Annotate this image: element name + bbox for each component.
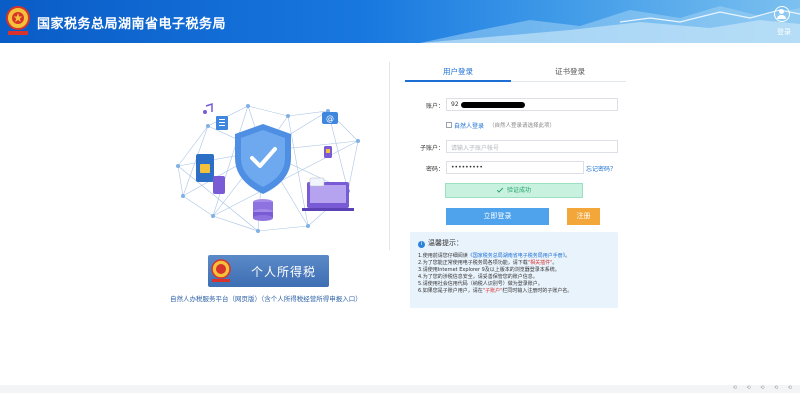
divider — [389, 62, 390, 250]
tab-user-login[interactable]: 用户登录 — [405, 66, 511, 80]
tip-item: 5.请使用社会信用代码（纳税人识别号）做为登录账户。 — [418, 281, 543, 287]
login-button[interactable]: 立即登录 — [446, 208, 549, 225]
user-manual-link[interactable]: 《国家税务总局湖南省电子税务局用户手册》 — [468, 253, 566, 259]
masked-text — [460, 101, 525, 108]
tip-item: 3.请使用Internet Explorer 9及以上版本的浏览器登录本系统。 — [418, 267, 560, 273]
tab-cert-login[interactable]: 证书登录 — [514, 66, 626, 80]
account-value: 92 — [451, 101, 459, 108]
tip-item: 2.为了您能正常使用电子税务局各项功能，请下载"相关插件"。 — [418, 260, 558, 266]
register-button[interactable]: 注册 — [567, 208, 600, 225]
account-label: 账户： — [425, 103, 444, 110]
password-input[interactable]: ••••••••• — [446, 161, 584, 174]
forgot-password-link[interactable]: 忘记密码？ — [586, 164, 616, 173]
password-label: 密码： — [425, 166, 444, 173]
header-bar: 国家税务总局湖南省电子税务局 登录 — [0, 0, 800, 43]
tax-emblem-icon — [6, 6, 30, 35]
tips-heading: i 温馨提示： — [418, 238, 463, 248]
footer-icons: ⟲ ⟲ ⟲ ⟲ ⟲ — [732, 385, 796, 391]
tip-item: 1.使用前请您仔细阅读《国家税务总局湖南省电子税务局用户手册》。 — [418, 253, 571, 259]
footer-bar: ⟲ ⟲ ⟲ ⟲ ⟲ — [0, 385, 800, 393]
verify-status: 验证成功 — [506, 187, 531, 194]
svg-text:@: @ — [326, 114, 334, 123]
page-title: 国家税务总局湖南省电子税务局 — [37, 17, 227, 32]
check-icon — [496, 186, 504, 193]
subaccount-hint: "子账户" — [482, 288, 503, 294]
login-link[interactable]: 登录 — [777, 27, 791, 37]
active-tab-indicator — [405, 80, 511, 82]
tip-item: 6.如果您是子账户用户，请在"子账户"栏同时输入注册时的子账户名。 — [418, 288, 573, 294]
plugin-download-link[interactable]: "相关插件" — [528, 260, 553, 266]
subaccount-input[interactable]: 请输入子账户帐号 — [446, 140, 618, 153]
banner-label: 个人所得税 — [251, 265, 317, 279]
subaccount-label: 子账户： — [419, 145, 444, 152]
natural-person-label[interactable]: 自然人登录 — [454, 121, 484, 130]
natural-person-checkbox[interactable] — [446, 122, 452, 128]
natural-person-note: （自然人登录请选择此项） — [489, 123, 556, 129]
tips-panel: i 温馨提示： 1.使用前请您仔细阅读《国家税务总局湖南省电子税务局用户手册》。 … — [410, 232, 618, 308]
tips-title: 温馨提示： — [428, 239, 463, 247]
tax-emblem-icon — [211, 259, 231, 282]
account-input[interactable]: 92 — [446, 98, 618, 111]
individual-income-tax-banner[interactable]: 个人所得税 — [208, 255, 329, 287]
info-icon: i — [418, 241, 425, 248]
user-icon[interactable] — [774, 6, 790, 22]
slider-verification[interactable]: 验证成功 — [445, 183, 583, 198]
security-network-illustration: @ — [176, 102, 360, 233]
great-wall-background — [420, 6, 800, 43]
tip-item: 4.为了您的涉税信息安全，请妥善保管您的账户信息。 — [418, 274, 538, 280]
natural-person-platform-link[interactable]: 自然人办税服务平台（网页版）（含个人所得税经营所得申报入口） — [170, 293, 370, 303]
